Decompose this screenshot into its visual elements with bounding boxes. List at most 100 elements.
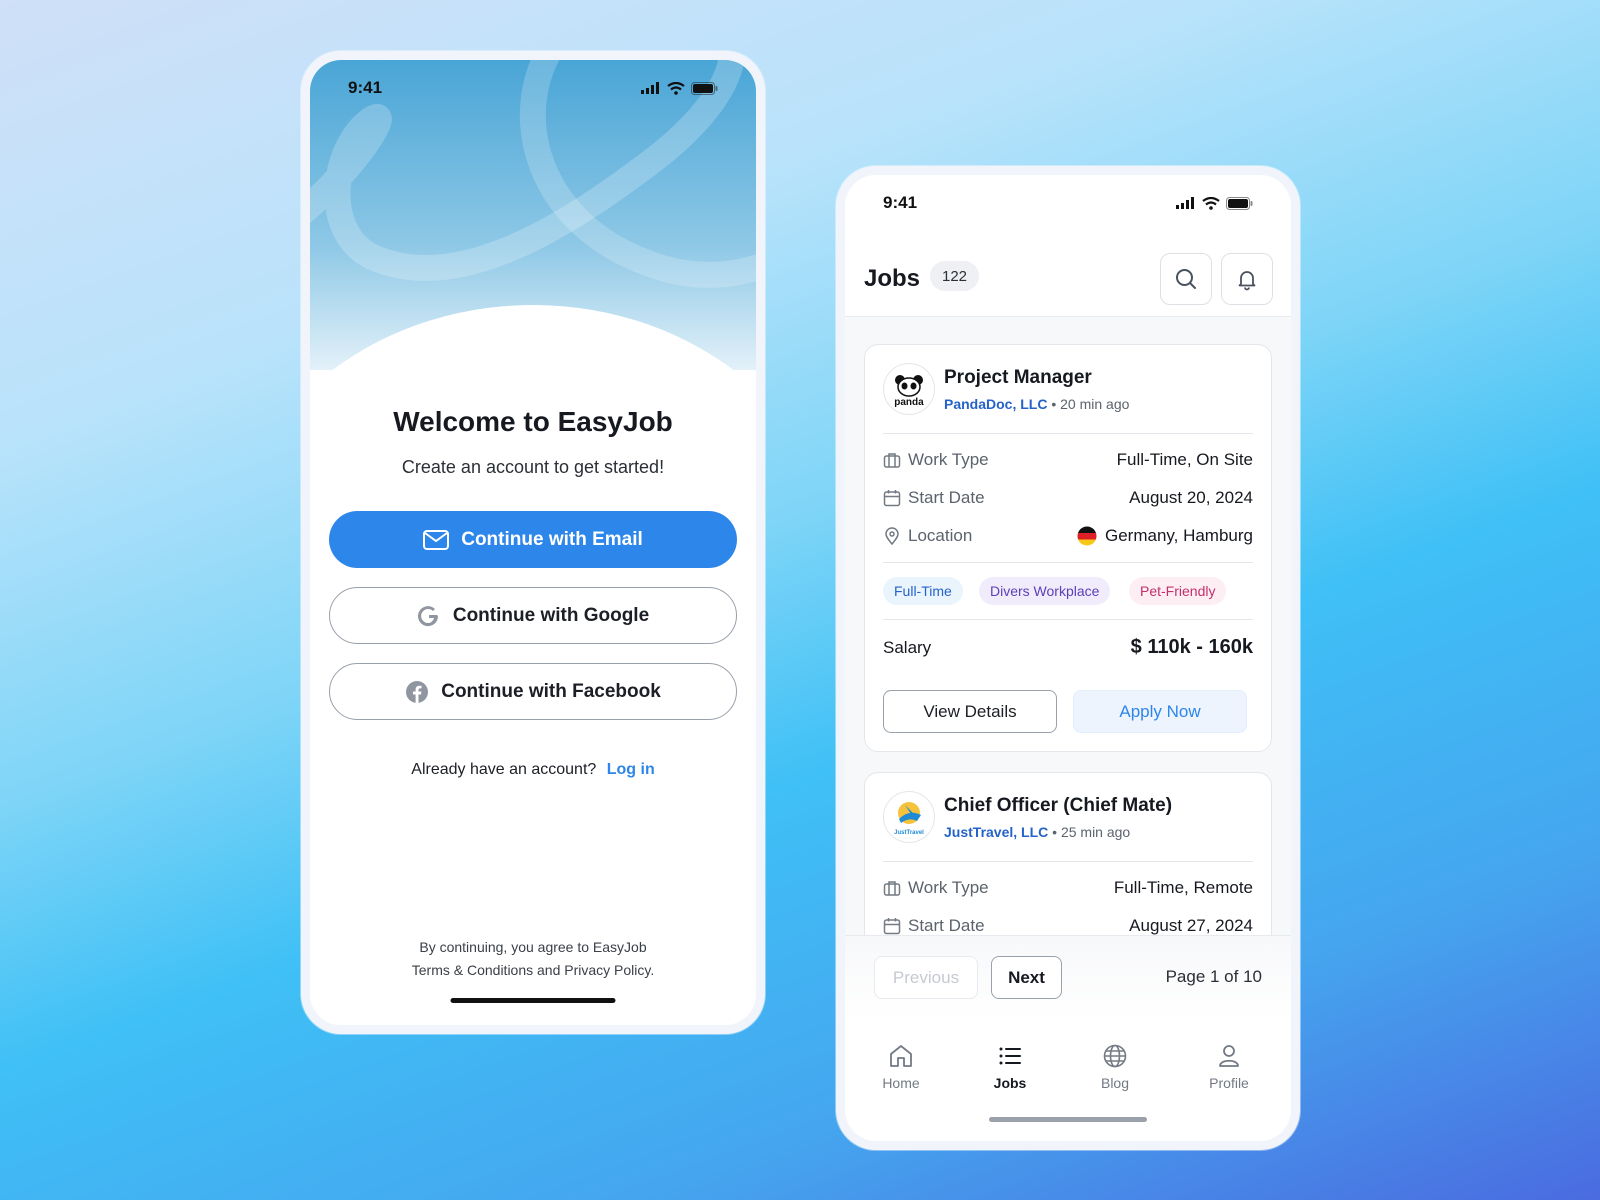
tag-full-time: Full-Time bbox=[883, 577, 963, 605]
search-button[interactable] bbox=[1160, 253, 1212, 305]
job-card[interactable]: panda Project Manager PandaDoc, LLC • 20… bbox=[864, 344, 1272, 752]
status-icons bbox=[1176, 196, 1253, 210]
status-bar: 9:41 bbox=[310, 60, 756, 116]
work-type-label-text: Work Type bbox=[908, 878, 989, 897]
list-icon bbox=[999, 1047, 1021, 1065]
wifi-icon bbox=[1202, 196, 1220, 210]
job-meta: JustTravel, LLC • 25 min ago bbox=[944, 824, 1130, 840]
divider bbox=[883, 619, 1253, 620]
home-indicator bbox=[450, 998, 616, 1003]
justtravel-logo-icon: JustTravel bbox=[894, 802, 924, 836]
jobs-header: Jobs 122 bbox=[845, 231, 1291, 317]
tab-profile-label: Profile bbox=[1209, 1075, 1249, 1091]
continue-with-google-button[interactable]: Continue with Google bbox=[329, 587, 737, 644]
jobs-phone-screen: 9:41 Jobs 122 panda Project Manager Pand… bbox=[836, 166, 1300, 1150]
bell-icon bbox=[1238, 271, 1256, 291]
facebook-button-label: Continue with Facebook bbox=[441, 680, 661, 702]
notifications-button[interactable] bbox=[1221, 253, 1273, 305]
user-icon bbox=[1219, 1045, 1239, 1067]
work-type-label: Work Type bbox=[883, 450, 989, 470]
company-name[interactable]: PandaDoc, LLC bbox=[944, 396, 1047, 412]
tab-blog-label: Blog bbox=[1100, 1075, 1130, 1091]
jobs-count-badge: 122 bbox=[930, 261, 980, 291]
battery-icon bbox=[691, 81, 718, 95]
signal-icon bbox=[641, 82, 659, 94]
search-icon bbox=[1176, 269, 1196, 289]
work-type-label: Work Type bbox=[883, 878, 989, 898]
briefcase-icon bbox=[883, 453, 901, 468]
location-value: Germany, Hamburg bbox=[1077, 526, 1253, 546]
work-type-label-text: Work Type bbox=[908, 450, 989, 469]
calendar-icon bbox=[883, 490, 901, 507]
status-time: 9:41 bbox=[348, 78, 383, 97]
next-page-button[interactable]: Next bbox=[991, 956, 1062, 999]
status-bar: 9:41 bbox=[845, 175, 1291, 231]
signal-icon bbox=[1176, 197, 1194, 209]
page-title: Jobs bbox=[864, 265, 921, 292]
status-icons bbox=[641, 81, 718, 95]
location-row: Location Germany, Hamburg bbox=[883, 524, 1253, 548]
germany-flag-icon bbox=[1077, 526, 1097, 546]
home-icon bbox=[890, 1045, 912, 1067]
start-date-label: Start Date bbox=[883, 488, 985, 508]
location-value-text: Germany, Hamburg bbox=[1104, 526, 1253, 545]
company-logo-text: panda bbox=[894, 397, 924, 408]
panda-logo-icon: panda bbox=[894, 375, 924, 408]
globe-icon bbox=[1103, 1044, 1127, 1068]
job-title[interactable]: Chief Officer (Chief Mate) bbox=[944, 795, 1172, 817]
company-logo: JustTravel bbox=[883, 791, 935, 843]
tag-pet-friendly: Pet-Friendly bbox=[1129, 577, 1227, 605]
previous-page-button[interactable]: Previous bbox=[874, 956, 978, 999]
terms-line-1: By continuing, you agree to EasyJob bbox=[419, 939, 647, 955]
work-type-row: Work Type Full-Time, Remote bbox=[883, 876, 1253, 900]
tab-home-label: Home bbox=[882, 1075, 920, 1091]
continue-with-facebook-button[interactable]: Continue with Facebook bbox=[329, 663, 737, 720]
start-date-label-text: Start Date bbox=[908, 488, 985, 507]
google-button-label: Continue with Google bbox=[452, 604, 650, 626]
continue-with-email-button[interactable]: Continue with Email bbox=[329, 511, 737, 568]
salary-label: Salary bbox=[883, 637, 932, 657]
status-time: 9:41 bbox=[883, 193, 918, 212]
login-prompt: Already have an account? bbox=[411, 761, 597, 778]
start-date-value: August 27, 2024 bbox=[1129, 916, 1253, 935]
briefcase-icon bbox=[883, 881, 901, 896]
tab-home[interactable]: Home bbox=[861, 1043, 941, 1091]
pagination-bar: Previous Next Page 1 of 10 bbox=[845, 935, 1291, 1021]
welcome-subtitle: Create an account to get started! bbox=[401, 457, 665, 477]
login-link[interactable]: Log in bbox=[607, 761, 655, 778]
work-type-value: Full-Time, Remote bbox=[1113, 878, 1253, 897]
terms-line-2: Terms & Conditions and Privacy Policy. bbox=[411, 962, 655, 978]
view-details-button[interactable]: View Details bbox=[883, 690, 1057, 733]
start-date-label: Start Date bbox=[883, 916, 985, 936]
start-date-value: August 20, 2024 bbox=[1129, 488, 1253, 507]
tab-jobs-label: Jobs bbox=[993, 1075, 1027, 1091]
work-type-value: Full-Time, On Site bbox=[1116, 450, 1253, 469]
start-date-label-text: Start Date bbox=[908, 916, 985, 935]
google-icon bbox=[417, 605, 438, 626]
company-logo: panda bbox=[883, 363, 935, 415]
location-label-text: Location bbox=[908, 526, 973, 545]
location-label: Location bbox=[883, 526, 972, 546]
divider bbox=[883, 433, 1253, 434]
tag-divers-workplace: Divers Workplace bbox=[979, 577, 1111, 605]
wifi-icon bbox=[667, 81, 685, 95]
salary-row: Salary $ 110k - 160k bbox=[883, 636, 1253, 659]
welcome-title: Welcome to EasyJob bbox=[393, 406, 673, 437]
login-phone-screen: 9:41 Welcome to EasyJob Create an accoun… bbox=[301, 51, 765, 1034]
location-pin-icon bbox=[885, 527, 899, 545]
tab-profile[interactable]: Profile bbox=[1189, 1043, 1269, 1091]
tab-blog[interactable]: Blog bbox=[1075, 1043, 1155, 1091]
battery-icon bbox=[1226, 196, 1253, 210]
login-row: Already have an account? Log in bbox=[310, 761, 756, 779]
posted-time: • 25 min ago bbox=[1052, 824, 1131, 840]
job-title[interactable]: Project Manager bbox=[944, 367, 1092, 389]
job-meta: PandaDoc, LLC • 20 min ago bbox=[944, 396, 1129, 412]
page-indicator: Page 1 of 10 bbox=[1165, 967, 1262, 986]
divider bbox=[883, 861, 1253, 862]
email-button-label: Continue with Email bbox=[461, 528, 643, 550]
home-indicator bbox=[989, 1117, 1147, 1122]
tab-jobs[interactable]: Jobs bbox=[970, 1043, 1050, 1091]
apply-now-button[interactable]: Apply Now bbox=[1073, 690, 1247, 733]
company-name[interactable]: JustTravel, LLC bbox=[944, 824, 1048, 840]
facebook-icon bbox=[406, 680, 429, 703]
